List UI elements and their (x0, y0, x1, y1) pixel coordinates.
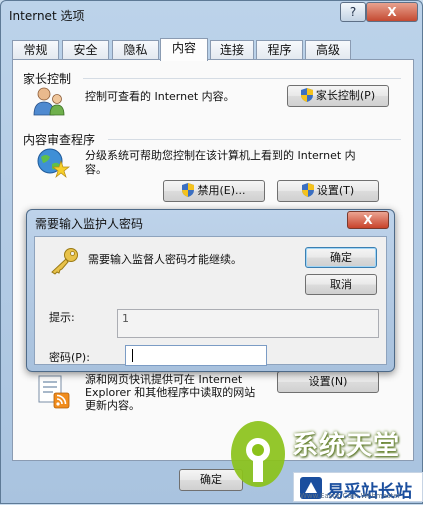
parental-controls-button[interactable]: 家长控制(P) (287, 85, 389, 107)
divider (83, 78, 401, 79)
password-label: 密码(P): (49, 351, 90, 364)
dialog-body: 需要输入监督人密码才能继续。 确定 取消 提示: 1 密码(P): (34, 236, 387, 366)
parental-controls-button-label: 家长控制(P) (315, 89, 376, 102)
watermark-logo-icon (231, 421, 285, 487)
title-bar[interactable]: Internet 选项 ? X (1, 1, 422, 31)
feeds-icon (38, 375, 70, 409)
feeds-settings-button[interactable]: 设置(N) (277, 371, 379, 393)
divider (108, 139, 401, 140)
key-icon (51, 248, 78, 275)
dialog-ok-button[interactable]: 确定 (305, 247, 377, 268)
dialog-cancel-button[interactable]: 取消 (305, 274, 377, 295)
parental-controls-icon (33, 87, 65, 116)
content-advisor-settings-label: 设置(T) (316, 184, 355, 197)
watermark-brand: 系统天堂 (292, 431, 401, 461)
uac-shield-icon (300, 88, 313, 102)
content-advisor-globe-icon (37, 148, 70, 179)
hint-field: 1 (117, 309, 379, 338)
tab-programs[interactable]: 程序 (256, 40, 303, 60)
content-advisor-description: 分级系统可帮助您控制在该计算机上看到的 Internet 内 容。 (85, 149, 356, 176)
tab-general[interactable]: 常规 (12, 40, 59, 60)
dialog-close-button[interactable]: X (347, 211, 389, 229)
text-caret (132, 349, 133, 362)
tab-privacy[interactable]: 隐私 (112, 40, 159, 60)
watermark-url: Www.Easck.Com Webmaster (300, 492, 401, 500)
feeds-description: 源和网页快讯提供可在 Internet Explorer 和其他程序中读取的网站… (85, 373, 256, 412)
dialog-title: 需要输入监护人密码 (35, 217, 144, 231)
password-input[interactable] (125, 345, 267, 366)
uac-shield-icon (301, 183, 314, 197)
supervisor-password-dialog: 需要输入监护人密码 X 需要输入监督人密码才能继续。 确定 取消 提示: 1 密… (26, 209, 395, 372)
enable-button-label: 禁用(E)... (197, 184, 246, 197)
tab-content[interactable]: 内容 (160, 38, 208, 61)
close-button[interactable]: X (366, 2, 418, 22)
content-advisor-heading: 内容审查程序 (23, 133, 96, 147)
enable-button[interactable]: 禁用(E)... (163, 180, 265, 202)
uac-shield-icon (182, 183, 195, 197)
content-advisor-settings-button[interactable]: 设置(T) (277, 180, 379, 202)
parental-controls-description: 控制可查看的 Internet 内容。 (85, 90, 235, 103)
hint-label: 提示: (49, 311, 75, 324)
tab-security[interactable]: 安全 (62, 40, 109, 60)
tab-advanced[interactable]: 高级 (305, 40, 351, 60)
dialog-message: 需要输入监督人密码才能继续。 (88, 253, 242, 266)
help-button[interactable]: ? (340, 2, 366, 22)
hint-value: 1 (122, 312, 129, 325)
tab-connections[interactable]: 连接 (210, 40, 254, 60)
window-title: Internet 选项 (9, 9, 85, 23)
